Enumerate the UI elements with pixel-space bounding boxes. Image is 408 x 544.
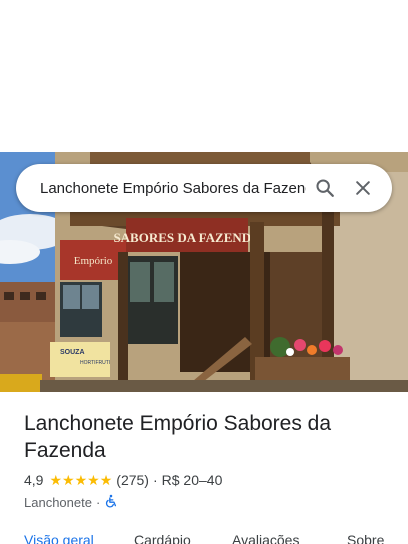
- tab-reviews[interactable]: Avaliações: [232, 532, 299, 544]
- wheelchair-icon: [104, 494, 118, 511]
- price-range: R$ 20–40: [161, 472, 223, 488]
- star-rating: ★ ★ ★ ★ ★: [49, 473, 112, 487]
- rating-value: 4,9: [24, 472, 44, 488]
- search-bar[interactable]: [16, 164, 392, 212]
- place-tabs: Visão geral Cardápio Avaliações Sobre: [0, 532, 408, 544]
- search-icon[interactable]: [306, 169, 344, 207]
- tab-overview[interactable]: Visão geral: [24, 532, 94, 544]
- banner-right-text: HORTIFRUTI: [80, 360, 110, 366]
- star-icon: ★: [62, 472, 75, 488]
- separator-dot: ·: [95, 495, 101, 510]
- rating-row[interactable]: 4,9 ★ ★ ★ ★ ★ (275) · R$ 20–40: [24, 472, 222, 488]
- category-row: Lanchonete ·: [24, 494, 118, 511]
- wheelchair-icon-svg: [106, 494, 117, 508]
- sign-logo-text: Empório: [74, 255, 113, 267]
- sign-text: SABORES DA FAZENDA: [113, 230, 261, 245]
- search-input[interactable]: [40, 179, 306, 197]
- place-category[interactable]: Lanchonete: [24, 495, 92, 510]
- separator-dot: ·: [152, 472, 158, 488]
- star-icon: ★: [99, 472, 113, 488]
- tab-about[interactable]: Sobre: [347, 532, 384, 544]
- banner-left-text: SOUZA: [60, 349, 85, 356]
- close-icon[interactable]: [344, 169, 382, 207]
- star-icon: ★: [49, 472, 63, 488]
- place-title: Lanchonete Empório Sabores da Fazenda: [24, 412, 332, 462]
- review-count[interactable]: (275): [116, 472, 149, 488]
- star-icon: ★: [74, 472, 88, 488]
- search-icon-svg: [316, 179, 334, 197]
- star-icon: ★: [87, 472, 100, 488]
- close-icon-svg: [356, 181, 370, 195]
- tab-menu[interactable]: Cardápio: [134, 532, 191, 544]
- map-blank-area: [0, 0, 408, 152]
